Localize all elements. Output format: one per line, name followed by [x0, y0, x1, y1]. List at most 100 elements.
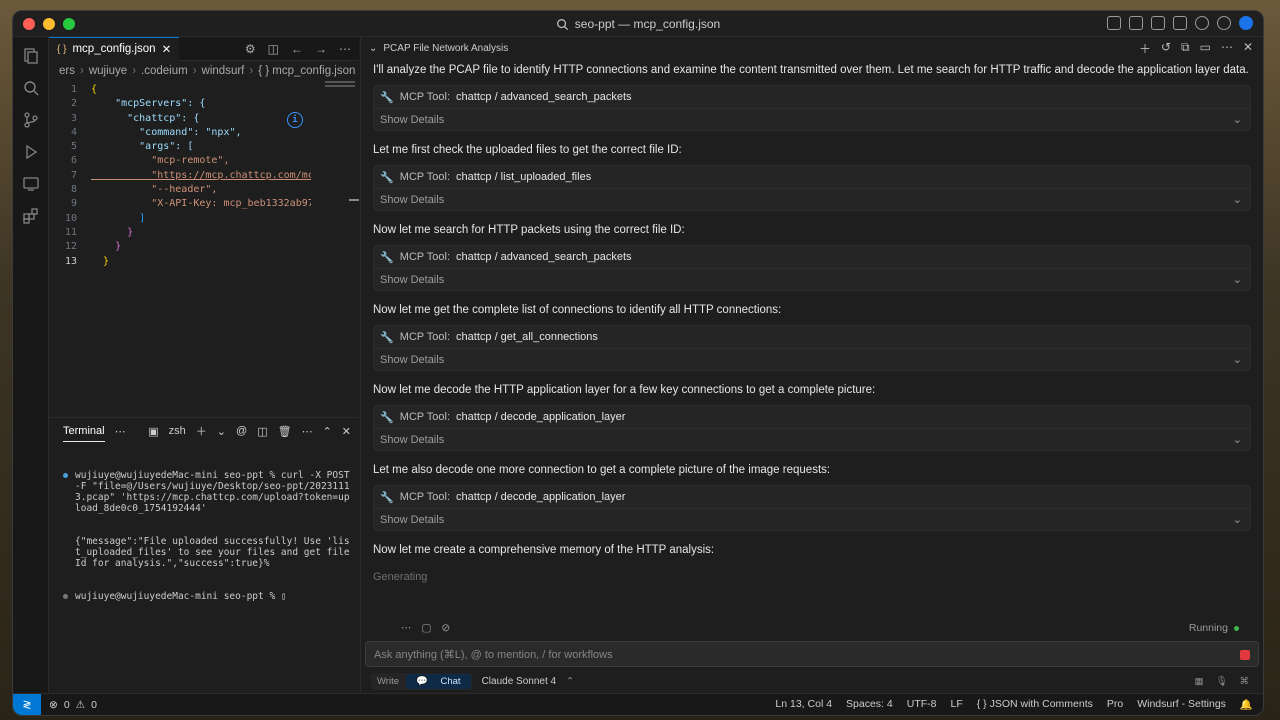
remote-explorer-icon[interactable] [22, 175, 40, 193]
problems-indicator[interactable]: ⊗ 0 ⚠ 0 [41, 699, 97, 711]
new-chat-icon[interactable]: ＋ [1139, 40, 1151, 57]
window-title-search[interactable]: seo-ppt — mcp_config.json [13, 11, 1263, 37]
wrench-icon: 🔧 [380, 331, 394, 344]
terminal-tabs: Terminal ⋯ ▣ zsh ＋ ⌄ @ ◫ 🗑 ⋯ ⌃ ✕ [49, 418, 359, 444]
more-actions-icon[interactable]: ⋯ [339, 42, 351, 56]
more-actions-icon[interactable]: ⋯ [1221, 40, 1233, 57]
show-details-label: Show Details [380, 513, 445, 526]
plan-badge[interactable]: Pro [1107, 698, 1123, 711]
toggle-sidebar-icon[interactable] [1129, 16, 1143, 30]
windsurf-settings[interactable]: Windsurf - Settings [1137, 698, 1226, 711]
split-terminal-icon[interactable]: ◫ [257, 425, 267, 438]
close-icon[interactable]: ✕ [162, 42, 172, 56]
history-icon[interactable]: ↺ [1161, 40, 1171, 57]
chat-title[interactable]: PCAP File Network Analysis [383, 43, 508, 54]
code-text[interactable]: "https://mcp.chattcp.com/mc [91, 169, 311, 183]
microphone-icon[interactable]: 🎙 [1215, 676, 1227, 687]
show-details-toggle[interactable]: Show Details ⌄ [374, 108, 1250, 130]
tool-call-header: 🔧 MCP Tool: chattcp / advanced_search_pack… [374, 86, 1250, 108]
extensions-icon[interactable] [22, 207, 40, 225]
layout-icon[interactable] [1107, 16, 1121, 30]
show-details-toggle[interactable]: Show Details ⌄ [374, 348, 1250, 370]
tab-terminal[interactable]: Terminal [63, 421, 105, 442]
code-line: 11 } [49, 226, 359, 240]
source-control-icon[interactable] [22, 111, 40, 129]
mention-icon[interactable]: ⌘ [1240, 676, 1250, 687]
info-icon[interactable]: i [287, 112, 303, 128]
show-details-toggle[interactable]: Show Details ⌄ [374, 428, 1250, 450]
breadcrumb-item[interactable]: windsurf [202, 65, 245, 77]
new-terminal-icon[interactable]: ＋ [196, 423, 207, 439]
show-details-toggle[interactable]: Show Details ⌄ [374, 188, 1250, 210]
at-icon[interactable]: @ [236, 425, 247, 437]
terminal-line: {"message":"File uploaded successfully! … [63, 536, 351, 569]
chevron-down-icon: ⌄ [1232, 114, 1242, 126]
show-details-label: Show Details [380, 193, 445, 206]
tool-prefix: MCP Tool: [399, 251, 451, 263]
error-count: 0 [63, 698, 70, 711]
more-icon[interactable]: ⋯ [115, 425, 126, 438]
error-icon: ⊗ [49, 698, 58, 711]
trash-icon[interactable]: 🗑 [278, 425, 292, 438]
stop-button[interactable] [1240, 650, 1250, 660]
code-text: { [91, 84, 98, 95]
remote-indicator-icon[interactable]: ≷ [13, 693, 41, 715]
cursor-position[interactable]: Ln 13, Col 4 [775, 698, 832, 711]
account-icon[interactable] [1239, 16, 1253, 30]
breadcrumb-item[interactable]: ers [59, 65, 75, 77]
explorer-icon[interactable] [22, 47, 40, 65]
go-forward-icon[interactable]: → [315, 42, 327, 56]
line-number: 3 [70, 112, 77, 124]
assistant-message: Now let me search for HTTP packets using… [373, 224, 685, 236]
show-details-toggle[interactable]: Show Details ⌄ [374, 268, 1250, 290]
search-view-icon[interactable] [22, 79, 40, 97]
toggle-panel-icon[interactable] [1151, 16, 1165, 30]
more-icon[interactable]: ⋯ [401, 622, 412, 634]
file-icon[interactable]: ▢ [422, 622, 432, 634]
check-icon[interactable] [1217, 16, 1231, 30]
end-of-line[interactable]: LF [950, 698, 962, 711]
show-details-toggle[interactable]: Show Details ⌄ [374, 508, 1250, 530]
running-label: Running [1188, 622, 1228, 634]
chevron-down-icon[interactable]: ⌄ [217, 425, 226, 438]
tool-call-header: 🔧 MCP Tool: chattcp / advanced_search_pack… [374, 246, 1250, 268]
code-text: "args": [ [91, 141, 194, 153]
code-text: } [91, 226, 134, 238]
chevron-down-icon[interactable]: ⌄ [369, 43, 377, 54]
bell-icon[interactable]: 🔔 [1240, 698, 1253, 711]
maximize-panel-icon[interactable]: ⌃ [323, 425, 332, 438]
language-mode[interactable]: { } JSON with Comments [977, 698, 1093, 711]
breadcrumb-item[interactable]: wujiuye [89, 65, 127, 77]
tab-mcp-config[interactable]: { } mcp_config.json ✕ [49, 36, 180, 61]
line-number: 7 [70, 169, 77, 181]
model-selector[interactable]: Claude Sonnet 4 [482, 676, 557, 687]
chevron-up-icon[interactable]: ⌃ [566, 676, 574, 687]
chevron-right-icon: › [132, 65, 137, 77]
chat-input[interactable]: Ask anything (⌘L), @ to mention, / for w… [365, 641, 1259, 667]
book-icon[interactable]: ▭ [1200, 40, 1211, 57]
close-panel-icon[interactable]: ✕ [342, 425, 351, 438]
gear-icon[interactable] [1195, 16, 1209, 30]
breadcrumb-item[interactable]: .codeium [141, 65, 188, 77]
code-editor[interactable]: 1{ 2 "mcpServers": { 3 "chattcp": { 4 "c… [49, 81, 359, 269]
more-actions-icon[interactable]: ⋯ [302, 425, 313, 438]
breadcrumb-item[interactable]: { } mcp_config.json [258, 65, 355, 77]
running-status: Running [1189, 622, 1239, 634]
split-editor-icon[interactable]: ◫ [268, 42, 279, 56]
encoding[interactable]: UTF-8 [907, 698, 937, 711]
mode-write[interactable]: Write [372, 674, 404, 689]
code-line: 1{ [49, 83, 359, 97]
terminal-output[interactable]: wujiuye@wujiuyedeMac-mini seo-ppt % curl… [49, 444, 359, 624]
mode-chat[interactable]: 💬 Chat [406, 673, 471, 689]
run-debug-icon[interactable] [22, 143, 40, 161]
minimap[interactable] [325, 81, 355, 93]
image-icon[interactable]: ▦ [1194, 676, 1203, 687]
close-icon[interactable]: ✕ [1243, 40, 1253, 57]
gear-icon[interactable]: ⚙ [245, 42, 256, 56]
indentation[interactable]: Spaces: 4 [846, 698, 893, 711]
shell-name[interactable]: zsh [169, 425, 186, 437]
go-back-icon[interactable]: ← [291, 42, 303, 56]
open-panel-icon[interactable]: ⧉ [1181, 40, 1190, 57]
toggle-secondary-sidebar-icon[interactable] [1173, 16, 1187, 30]
pause-icon[interactable]: ⊘ [441, 622, 450, 634]
